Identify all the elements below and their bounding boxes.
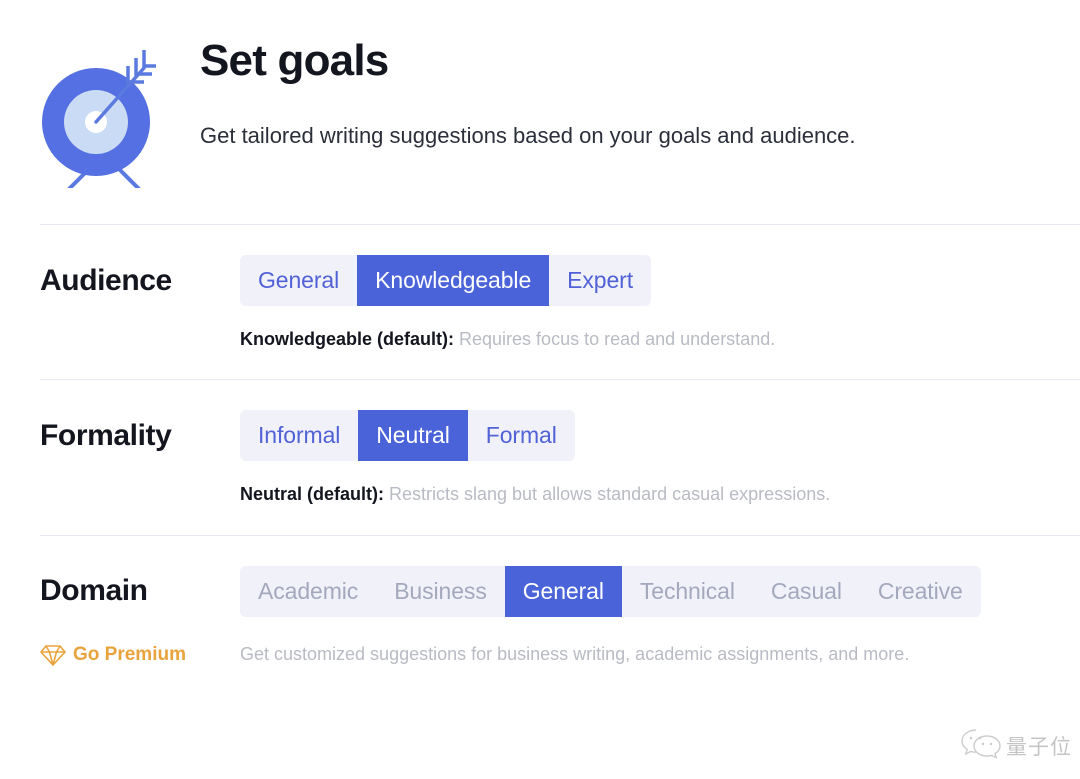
formality-option-informal[interactable]: Informal	[240, 410, 359, 462]
audience-option-knowledgeable[interactable]: Knowledgeable	[357, 255, 550, 306]
domain-label: Domain	[40, 574, 148, 608]
domain-segmented-control[interactable]: Academic Business General Technical Casu…	[240, 565, 981, 617]
premium-upsell-row: Go Premium Get customized suggestions fo…	[0, 643, 1080, 667]
setting-row-formality: Formality Informal Neutral Formal Neutra…	[0, 380, 1080, 534]
page-subtitle: Get tailored writing suggestions based o…	[200, 123, 856, 149]
audience-description-rest: Requires focus to read and understand.	[454, 329, 776, 349]
audience-control-row: Audience General Knowledgeable Expert	[40, 255, 1080, 306]
header-text-block: Set goals Get tailored writing suggestio…	[200, 30, 1040, 151]
domain-option-creative[interactable]: Creative	[859, 565, 981, 617]
audience-segmented-control[interactable]: General Knowledgeable Expert	[240, 255, 652, 306]
wechat-icon	[960, 726, 1004, 765]
domain-control-row: Domain Academic Business General Technic…	[40, 565, 1080, 617]
set-goals-panel: Set goals Get tailored writing suggestio…	[0, 0, 1080, 779]
go-premium-label: Go Premium	[73, 643, 186, 665]
setting-row-domain: Domain Academic Business General Technic…	[0, 536, 1080, 617]
premium-description: Get customized suggestions for business …	[240, 644, 910, 665]
formality-label: Formality	[40, 418, 172, 452]
domain-option-academic[interactable]: Academic	[240, 565, 377, 617]
go-premium-link[interactable]: Go Premium	[40, 643, 240, 667]
audience-label: Audience	[40, 263, 172, 297]
formality-control-row: Formality Informal Neutral Formal	[40, 410, 1080, 462]
target-arrow-icon	[40, 30, 200, 188]
audience-option-general[interactable]: General	[240, 255, 358, 306]
formality-option-neutral[interactable]: Neutral	[358, 410, 468, 462]
watermark: 量子位	[960, 726, 1072, 765]
watermark-text: 量子位	[1006, 734, 1072, 759]
domain-option-business[interactable]: Business	[376, 565, 505, 617]
formality-description-rest: Restricts slang but allows standard casu…	[384, 484, 831, 505]
formality-option-formal[interactable]: Formal	[467, 410, 575, 462]
formality-description: Neutral (default): Restricts slang but a…	[240, 483, 1080, 534]
audience-option-expert[interactable]: Expert	[549, 255, 652, 306]
formality-description-lead: Neutral (default):	[240, 484, 384, 505]
gem-icon	[40, 643, 66, 667]
domain-option-casual[interactable]: Casual	[752, 565, 860, 617]
panel-header: Set goals Get tailored writing suggestio…	[0, 0, 1080, 188]
formality-segmented-control[interactable]: Informal Neutral Formal	[240, 410, 575, 462]
page-title: Set goals	[200, 36, 389, 85]
domain-option-general[interactable]: General	[504, 565, 622, 617]
audience-description: Knowledgeable (default): Requires focus …	[240, 328, 1080, 379]
setting-row-audience: Audience General Knowledgeable Expert Kn…	[0, 225, 1080, 379]
domain-option-technical[interactable]: Technical	[621, 565, 753, 617]
audience-description-lead: Knowledgeable (default):	[240, 329, 455, 349]
